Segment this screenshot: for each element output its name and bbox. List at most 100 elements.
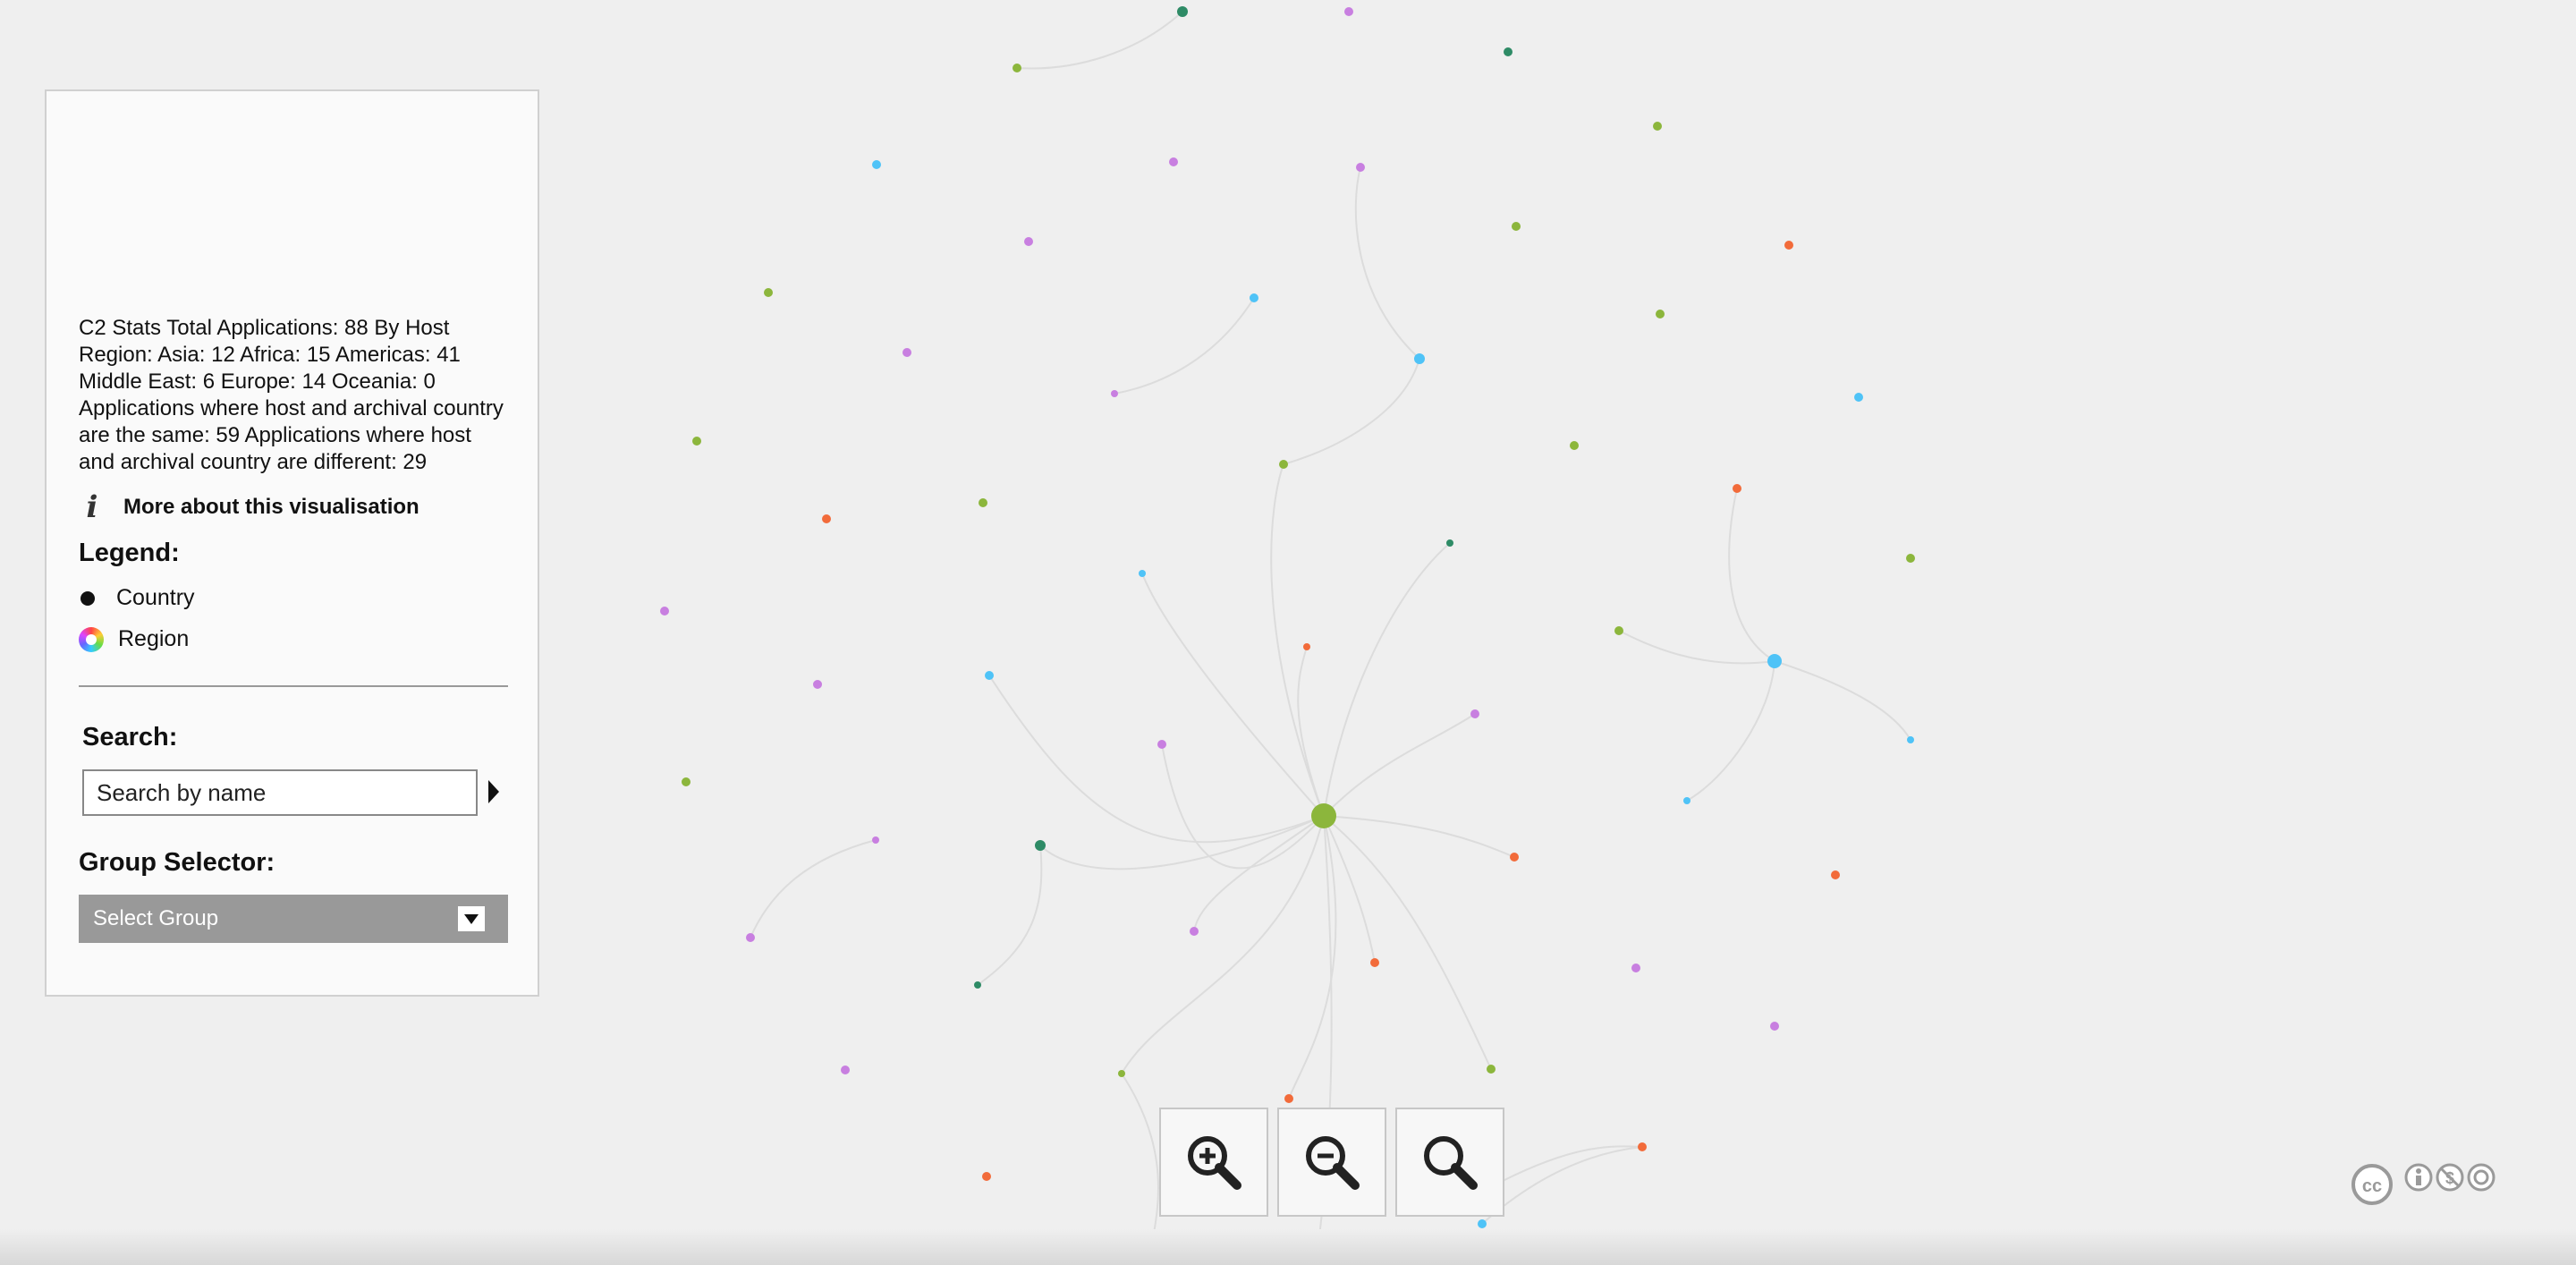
country-node[interactable] (1370, 958, 1379, 967)
zoom-in-button[interactable] (1159, 1108, 1268, 1217)
country-node[interactable] (682, 777, 691, 786)
country-node[interactable] (1487, 1065, 1496, 1074)
country-node[interactable] (1906, 554, 1915, 563)
graph-edge (1283, 358, 1420, 465)
country-node[interactable] (1570, 441, 1579, 450)
about-label[interactable]: More about this visualisation (123, 495, 419, 520)
graph-edge (1161, 743, 1325, 870)
country-node[interactable] (1510, 853, 1519, 862)
about-link[interactable]: i More about this visualisation (79, 492, 419, 522)
country-node[interactable] (1784, 241, 1793, 250)
creative-commons-icon: cc $ (2351, 1163, 2496, 1205)
search-submit-icon[interactable] (488, 780, 499, 803)
country-node[interactable] (1356, 163, 1365, 172)
country-node[interactable] (1139, 570, 1146, 577)
country-node[interactable] (1035, 840, 1046, 851)
country-node[interactable] (1854, 393, 1863, 402)
graph-edge (1481, 1146, 1643, 1225)
country-node[interactable] (1653, 122, 1662, 131)
svg-text:cc: cc (2362, 1176, 2382, 1196)
country-node[interactable] (902, 348, 911, 357)
country-node[interactable] (979, 498, 987, 507)
graph-edge (1323, 815, 1492, 1070)
legend-country-label: Country (116, 585, 195, 610)
country-node[interactable] (1683, 797, 1690, 804)
graph-edge (977, 845, 1043, 986)
search-title: Search: (82, 723, 178, 751)
chevron-down-icon[interactable] (458, 906, 485, 931)
country-node[interactable] (1013, 64, 1021, 72)
country-node[interactable] (1614, 626, 1623, 635)
country-node[interactable] (1169, 157, 1178, 166)
country-node[interactable] (841, 1065, 850, 1074)
zoom-out-button[interactable] (1277, 1108, 1386, 1217)
country-node[interactable] (974, 981, 981, 989)
graph-edge (1288, 815, 1337, 1099)
country-node[interactable] (692, 437, 701, 446)
graph-edge (1270, 463, 1325, 817)
country-node[interactable] (872, 836, 879, 844)
country-node[interactable] (1111, 390, 1118, 397)
region-node[interactable] (1311, 803, 1336, 828)
country-node[interactable] (1250, 293, 1258, 302)
country-node[interactable] (872, 160, 881, 169)
country-node[interactable] (1284, 1094, 1293, 1103)
country-node[interactable] (985, 671, 994, 680)
country-node[interactable] (1767, 654, 1782, 668)
country-node[interactable] (1504, 47, 1513, 56)
zoom-out-icon (1306, 1136, 1360, 1190)
country-node[interactable] (746, 933, 755, 942)
graph-edge (1774, 660, 1911, 741)
graph-edge (1323, 542, 1451, 817)
country-node[interactable] (1279, 460, 1288, 469)
graph-edge (1121, 815, 1325, 1074)
info-icon: i (86, 489, 98, 525)
country-node[interactable] (1831, 870, 1840, 879)
graph-edge (1728, 488, 1775, 662)
country-node[interactable] (982, 1172, 991, 1181)
graph-edge (1618, 630, 1775, 665)
country-node[interactable] (1190, 927, 1199, 936)
group-select-label: Select Group (93, 906, 219, 930)
creative-commons-badge[interactable]: cc $ (2351, 1154, 2503, 1208)
country-node[interactable] (1656, 310, 1665, 318)
region-dot-icon (79, 626, 104, 652)
group-select[interactable]: Select Group (79, 895, 508, 943)
country-node[interactable] (1478, 1219, 1487, 1228)
graph-edge (1039, 815, 1325, 870)
legend-region-label: Region (118, 626, 190, 651)
country-node[interactable] (1733, 484, 1741, 493)
country-node[interactable] (660, 607, 669, 616)
country-node[interactable] (1470, 709, 1479, 718)
graph-edge (1121, 1073, 1160, 1238)
search-input[interactable] (82, 769, 478, 816)
country-node[interactable] (1446, 539, 1453, 547)
country-node[interactable] (1157, 740, 1166, 749)
country-node[interactable] (1631, 964, 1640, 972)
legend-item-country: Country (79, 585, 195, 611)
divider (79, 685, 508, 687)
zoom-in-icon (1188, 1136, 1241, 1190)
stats-text: C2 Stats Total Applications: 88 By Host … (79, 316, 504, 474)
graph-edge (1016, 11, 1183, 70)
country-node[interactable] (1118, 1070, 1125, 1077)
country-node[interactable] (1512, 222, 1521, 231)
country-node[interactable] (813, 680, 822, 689)
group-selector-title: Group Selector: (79, 848, 275, 877)
zoom-reset-button[interactable] (1395, 1108, 1504, 1217)
graph-edge (1502, 1145, 1643, 1182)
country-node[interactable] (1414, 353, 1425, 364)
country-node[interactable] (1344, 7, 1353, 16)
country-node[interactable] (1024, 237, 1033, 246)
legend-item-region: Region (79, 626, 189, 652)
graph-edge (1354, 166, 1420, 360)
country-node[interactable] (1638, 1142, 1647, 1151)
country-node[interactable] (1177, 6, 1188, 17)
country-node[interactable] (1907, 736, 1914, 743)
country-node[interactable] (764, 288, 773, 297)
country-dot-icon (80, 590, 95, 606)
country-node[interactable] (1770, 1022, 1779, 1031)
country-node[interactable] (1303, 643, 1310, 650)
country-node[interactable] (822, 514, 831, 523)
graph-edge (1686, 660, 1775, 802)
